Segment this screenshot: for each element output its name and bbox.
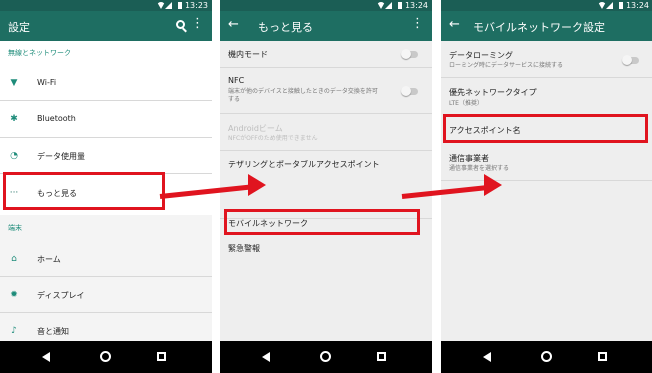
airplane-mode-label: 機内モード <box>228 50 268 59</box>
highlight-box-apn <box>443 114 648 143</box>
data-roaming-description: ローミング時にデータサービスに接続する <box>449 62 564 69</box>
settings-item-label: Wi-Fi <box>37 78 57 87</box>
wifi-status-icon <box>157 2 165 9</box>
signal-icon <box>606 2 613 9</box>
carrier-description: 通信事業者を選択する <box>449 165 510 172</box>
highlight-box-more <box>3 172 165 210</box>
preferred-network-label: 優先ネットワークタイプ <box>449 88 537 97</box>
app-bar: 設定 ⋮ <box>0 11 212 41</box>
data-roaming-toggle[interactable] <box>622 55 639 65</box>
carrier-row[interactable]: 通信事業者 通信事業者を選択する <box>441 145 652 181</box>
nav-home-icon[interactable] <box>100 351 111 362</box>
settings-item-display[interactable]: ✹ ディスプレイ <box>0 277 212 313</box>
airplane-mode-toggle[interactable] <box>401 49 418 59</box>
section-header-wireless: 無線とネットワーク <box>8 49 71 57</box>
section-header-device: 端末 <box>8 224 22 232</box>
app-bar: ← モバイルネットワーク設定 <box>441 11 652 41</box>
data-roaming-row[interactable]: データローミング ローミング時にデータサービスに接続する <box>441 41 652 78</box>
status-bar: 13:24 <box>220 0 432 11</box>
nav-back-icon[interactable] <box>262 352 270 362</box>
settings-item-label: Bluetooth <box>37 114 76 123</box>
nfc-description: 端末が他のデバイスと接触したときのデータ交換を許可する <box>228 88 378 103</box>
nav-home-icon[interactable] <box>320 351 331 362</box>
settings-item-bluetooth[interactable]: ✱ Bluetooth <box>0 101 212 138</box>
settings-item-sound[interactable]: ♪ 音と通知 <box>0 313 212 341</box>
status-time: 13:24 <box>404 1 428 10</box>
overflow-menu-icon[interactable]: ⋮ <box>191 17 204 31</box>
arrow-head <box>484 174 502 196</box>
android-beam-label: Androidビーム <box>228 124 283 133</box>
settings-item-label: ディスプレイ <box>37 291 85 300</box>
settings-item-wifi[interactable]: ▼ Wi-Fi <box>0 65 212 101</box>
navigation-bar <box>0 341 212 373</box>
settings-item-home[interactable]: ⌂ ホーム <box>0 241 212 277</box>
battery-icon <box>619 2 623 9</box>
settings-item-data-usage[interactable]: ◔ データ使用量 <box>0 138 212 174</box>
signal-icon <box>165 2 172 9</box>
nav-home-icon[interactable] <box>541 351 552 362</box>
nav-recent-apps-icon[interactable] <box>157 352 166 361</box>
battery-icon <box>178 2 182 9</box>
home-icon: ⌂ <box>11 254 17 264</box>
nfc-label: NFC <box>228 76 245 85</box>
brightness-icon: ✹ <box>10 290 18 300</box>
navigation-bar <box>220 341 432 373</box>
nav-back-icon[interactable] <box>42 352 50 362</box>
highlight-box-mobile-network <box>224 209 420 235</box>
wifi-status-icon <box>377 2 385 9</box>
arrow-shaft <box>401 185 486 199</box>
nav-back-icon[interactable] <box>483 352 491 362</box>
preferred-network-row[interactable]: 優先ネットワークタイプ LTE（推奨） <box>441 78 652 116</box>
page-title: モバイルネットワーク設定 <box>473 21 605 34</box>
nfc-row[interactable]: NFC 端末が他のデバイスと接触したときのデータ交換を許可する <box>220 68 432 114</box>
data-usage-icon: ◔ <box>10 151 18 161</box>
page-title: 設定 <box>8 21 30 34</box>
wifi-status-icon <box>598 2 606 9</box>
emergency-alerts-label: 緊急警報 <box>228 244 260 253</box>
airplane-mode-row[interactable]: 機内モード <box>220 41 432 68</box>
arrow-head <box>248 174 266 196</box>
bluetooth-icon: ✱ <box>10 114 18 124</box>
settings-item-label: ホーム <box>37 255 61 264</box>
settings-item-label: 音と通知 <box>37 327 69 336</box>
wifi-icon: ▼ <box>10 78 18 88</box>
android-beam-description: NFCがOFFのため使用できません <box>228 135 318 142</box>
settings-item-label: データ使用量 <box>37 152 85 161</box>
status-time: 13:23 <box>184 1 208 10</box>
carrier-label: 通信事業者 <box>449 154 489 163</box>
search-icon[interactable] <box>176 20 185 29</box>
android-beam-row: Androidビーム NFCがOFFのため使用できません <box>220 114 432 151</box>
tethering-label: テザリングとポータブルアクセスポイント <box>228 160 380 169</box>
arrow-step-2 <box>401 174 502 204</box>
back-arrow-icon[interactable]: ← <box>449 18 460 32</box>
page-title: もっと見る <box>258 21 313 34</box>
battery-icon <box>398 2 402 9</box>
back-arrow-icon[interactable]: ← <box>228 18 239 32</box>
nav-recent-apps-icon[interactable] <box>598 352 607 361</box>
status-bar: 13:24 <box>441 0 652 11</box>
status-bar: 13:23 <box>0 0 212 11</box>
status-time: 13:24 <box>625 1 649 10</box>
signal-icon <box>385 2 392 9</box>
data-roaming-label: データローミング <box>449 51 513 60</box>
app-bar: ← もっと見る ⋮ <box>220 11 432 41</box>
overflow-menu-icon[interactable]: ⋮ <box>411 17 424 31</box>
preferred-network-value: LTE（推奨） <box>449 100 483 107</box>
emergency-alerts-row[interactable]: 緊急警報 <box>220 235 432 265</box>
bell-icon: ♪ <box>11 326 17 336</box>
navigation-bar <box>441 341 652 373</box>
arrow-step-1 <box>159 174 266 204</box>
nfc-toggle[interactable] <box>401 86 418 96</box>
nav-recent-apps-icon[interactable] <box>377 352 386 361</box>
